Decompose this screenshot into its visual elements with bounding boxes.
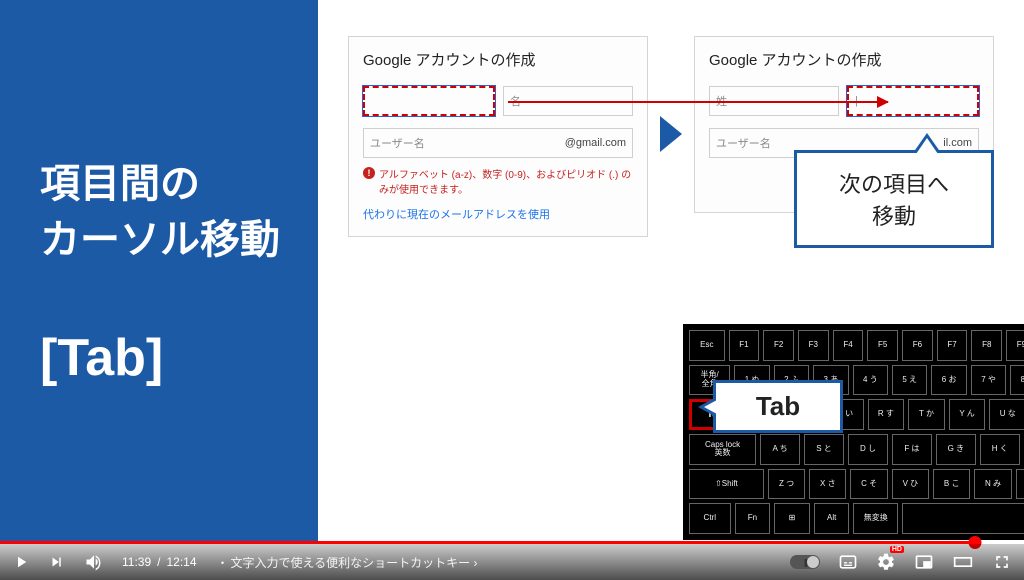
keyboard-key: N み — [974, 469, 1011, 500]
keyboard-key: M も — [1016, 469, 1024, 500]
lastname-input — [363, 86, 495, 116]
keyboard-key: T か — [908, 399, 945, 430]
keyboard-key: F は — [892, 434, 932, 465]
keyboard-key: S と — [804, 434, 844, 465]
username-placeholder: ユーザー名 — [370, 135, 425, 151]
slide-title: 項目間の カーソル移動 — [40, 156, 318, 268]
next-field-callout: 次の項目へ 移動 — [794, 150, 994, 248]
keyboard-key: U な — [989, 399, 1024, 430]
miniplayer-button[interactable] — [914, 552, 934, 572]
keyboard-key: G き — [936, 434, 976, 465]
keyboard-row-1: EscF1F2F3F4F5F6F7F8F9F10F11F12Prt Sc Sys… — [689, 330, 1024, 361]
keyboard-key: ⇧Shift — [689, 469, 764, 500]
tab-key-callout: Tab — [713, 380, 843, 433]
red-arrow-icon — [508, 101, 888, 103]
keyboard-key: F1 — [729, 330, 760, 361]
theater-button[interactable] — [952, 552, 974, 572]
slide-content: 項目間の カーソル移動 [Tab] Google アカウントの作成 名 ユーザー… — [0, 0, 1024, 544]
keyboard-key: F3 — [798, 330, 829, 361]
keyboard-key: R す — [868, 399, 905, 430]
form-title: Google アカウントの作成 — [709, 49, 979, 70]
play-button[interactable] — [12, 553, 30, 571]
email-suffix: il.com — [943, 137, 972, 149]
keyboard-key: F9 — [1006, 330, 1024, 361]
keyboard-key: F2 — [763, 330, 794, 361]
username-placeholder: ユーザー名 — [716, 135, 771, 151]
keyboard-key: 7 や — [971, 365, 1006, 396]
keyboard-key: Ctrl — [689, 503, 731, 534]
fullscreen-button[interactable] — [992, 552, 1012, 572]
autoplay-toggle[interactable]: ❚❚ — [790, 555, 820, 569]
keyboard-row-4: Caps lock 英数A ちS とD しF はG きH くJ まK のL り;… — [689, 434, 1024, 465]
chapter-title[interactable]: 文字入力で使える便利なショートカットキー — [215, 554, 478, 571]
subtitles-button[interactable] — [838, 552, 858, 572]
settings-button[interactable]: HD — [876, 552, 896, 572]
keyboard-key: Y ん — [949, 399, 986, 430]
slide-right-area: Google アカウントの作成 名 ユーザー名 @gmail.com アルファベ… — [318, 0, 1024, 544]
keyboard-key: A ち — [760, 434, 800, 465]
keyboard-key: Alt — [814, 503, 850, 534]
slide-tab-label: [Tab] — [40, 328, 318, 388]
keyboard-key: F8 — [971, 330, 1002, 361]
keyboard-diagram: Tab EscF1F2F3F4F5F6F7F8F9F10F11F12Prt Sc… — [683, 324, 1024, 540]
player-controls: 11:39 / 12:14 文字入力で使える便利なショートカットキー ❚❚ HD — [0, 544, 1024, 580]
keyboard-key: C そ — [850, 469, 887, 500]
video-player-frame: 項目間の カーソル移動 [Tab] Google アカウントの作成 名 ユーザー… — [0, 0, 1024, 580]
transition-arrow-icon — [660, 116, 682, 152]
keyboard-key: V ひ — [892, 469, 929, 500]
keyboard-key: Esc — [689, 330, 725, 361]
keyboard-key: ⊞ — [774, 503, 810, 534]
keyboard-key: B こ — [933, 469, 970, 500]
slide-left-panel: 項目間の カーソル移動 [Tab] — [0, 0, 318, 544]
keyboard-key: Fn — [735, 503, 771, 534]
slide-title-line2: カーソル移動 — [40, 218, 280, 262]
slide-title-line1: 項目間の — [40, 162, 200, 206]
volume-button[interactable] — [84, 552, 104, 572]
time-current: 11:39 — [122, 555, 151, 569]
keyboard-key: Caps lock 英数 — [689, 434, 756, 465]
next-button[interactable] — [48, 553, 66, 571]
keyboard-key: Z つ — [768, 469, 805, 500]
time-total: 12:14 — [166, 555, 196, 569]
form-title: Google アカウントの作成 — [363, 49, 633, 70]
keyboard-key: 無変換 — [853, 503, 898, 534]
time-separator: / — [157, 555, 160, 569]
keyboard-key: 4 う — [853, 365, 888, 396]
hd-badge: HD — [890, 546, 904, 553]
keyboard-key: H く — [980, 434, 1020, 465]
keyboard-row-5: ⇧ShiftZ つX さC そV ひB こN みM も, ね. る/ め\ ろ⇧… — [689, 469, 1024, 500]
google-form-before: Google アカウントの作成 名 ユーザー名 @gmail.com アルファベ… — [348, 36, 648, 237]
keyboard-row-6: CtrlFn⊞Alt無変換変換カタカナ ひらがな ローマ字CtrlPg Up↑P… — [689, 503, 1024, 534]
keyboard-key — [902, 503, 1024, 534]
keyboard-key: 8 ゆ — [1010, 365, 1024, 396]
keyboard-key: X さ — [809, 469, 846, 500]
keyboard-key: F4 — [833, 330, 864, 361]
keyboard-key: 5 え — [892, 365, 927, 396]
keyboard-key: F5 — [867, 330, 898, 361]
alt-email-link: 代わりに現在のメールアドレスを使用 — [363, 206, 633, 222]
keyboard-key: 6 お — [931, 365, 966, 396]
email-suffix: @gmail.com — [565, 137, 626, 149]
username-input: ユーザー名 @gmail.com — [363, 128, 633, 158]
time-display: 11:39 / 12:14 — [122, 555, 197, 569]
keyboard-key: F6 — [902, 330, 933, 361]
keyboard-key: D し — [848, 434, 888, 465]
error-text: アルファベット (a-z)、数字 (0-9)、およびピリオド (.) のみが使用… — [363, 166, 633, 196]
keyboard-key: F7 — [937, 330, 968, 361]
